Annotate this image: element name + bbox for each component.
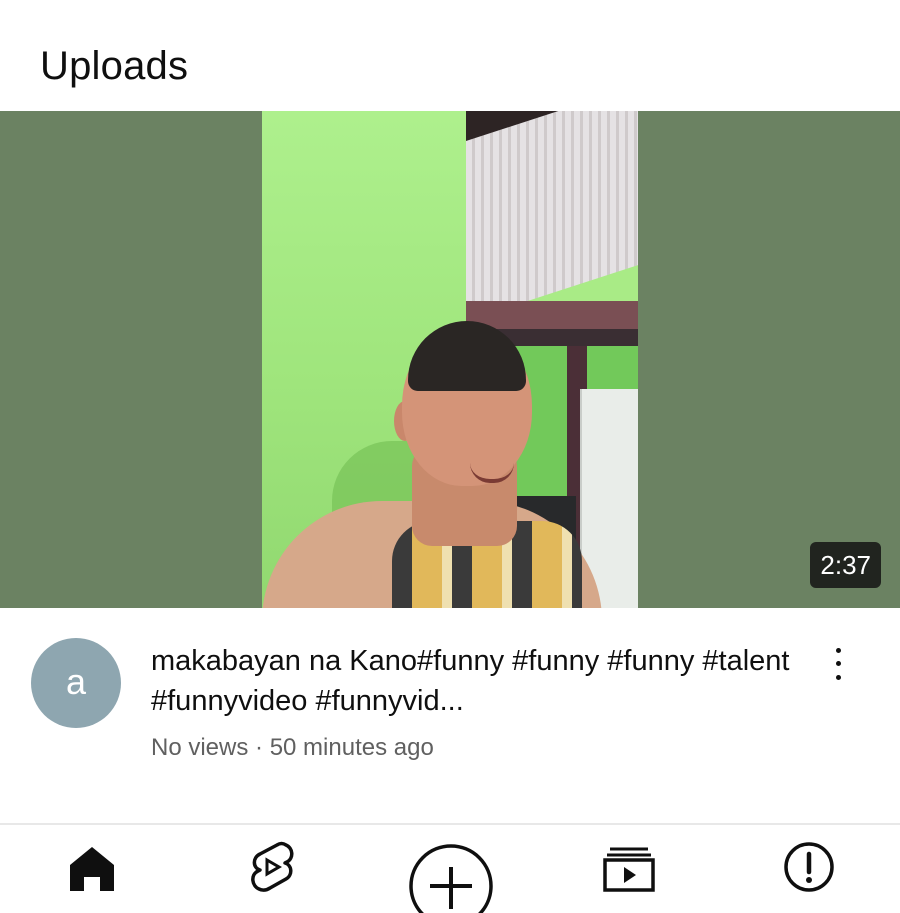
nav-home-button[interactable]	[64, 839, 124, 899]
nav-shorts-button[interactable]	[244, 839, 304, 899]
create-plus-icon	[409, 844, 493, 913]
nav-create-button[interactable]	[408, 843, 494, 913]
nav-alert-button[interactable]	[781, 839, 841, 899]
alert-icon	[784, 842, 834, 892]
home-icon	[70, 847, 114, 891]
subscriptions-icon	[603, 847, 655, 892]
video-meta: No views · 50 minutes ago	[151, 734, 434, 761]
video-title[interactable]: makabayan na Kano#funny #funny #funny #t…	[151, 641, 791, 721]
more-options-icon[interactable]	[822, 644, 854, 684]
duration-badge: 2:37	[810, 542, 881, 588]
bottom-navigation	[0, 825, 900, 913]
nav-subscriptions-button[interactable]	[601, 839, 661, 899]
shorts-icon	[251, 841, 294, 892]
section-title: Uploads	[40, 44, 189, 88]
video-thumbnail[interactable]: 2:37	[0, 111, 900, 608]
thumbnail-image	[262, 111, 638, 608]
channel-avatar[interactable]: a	[31, 638, 121, 728]
